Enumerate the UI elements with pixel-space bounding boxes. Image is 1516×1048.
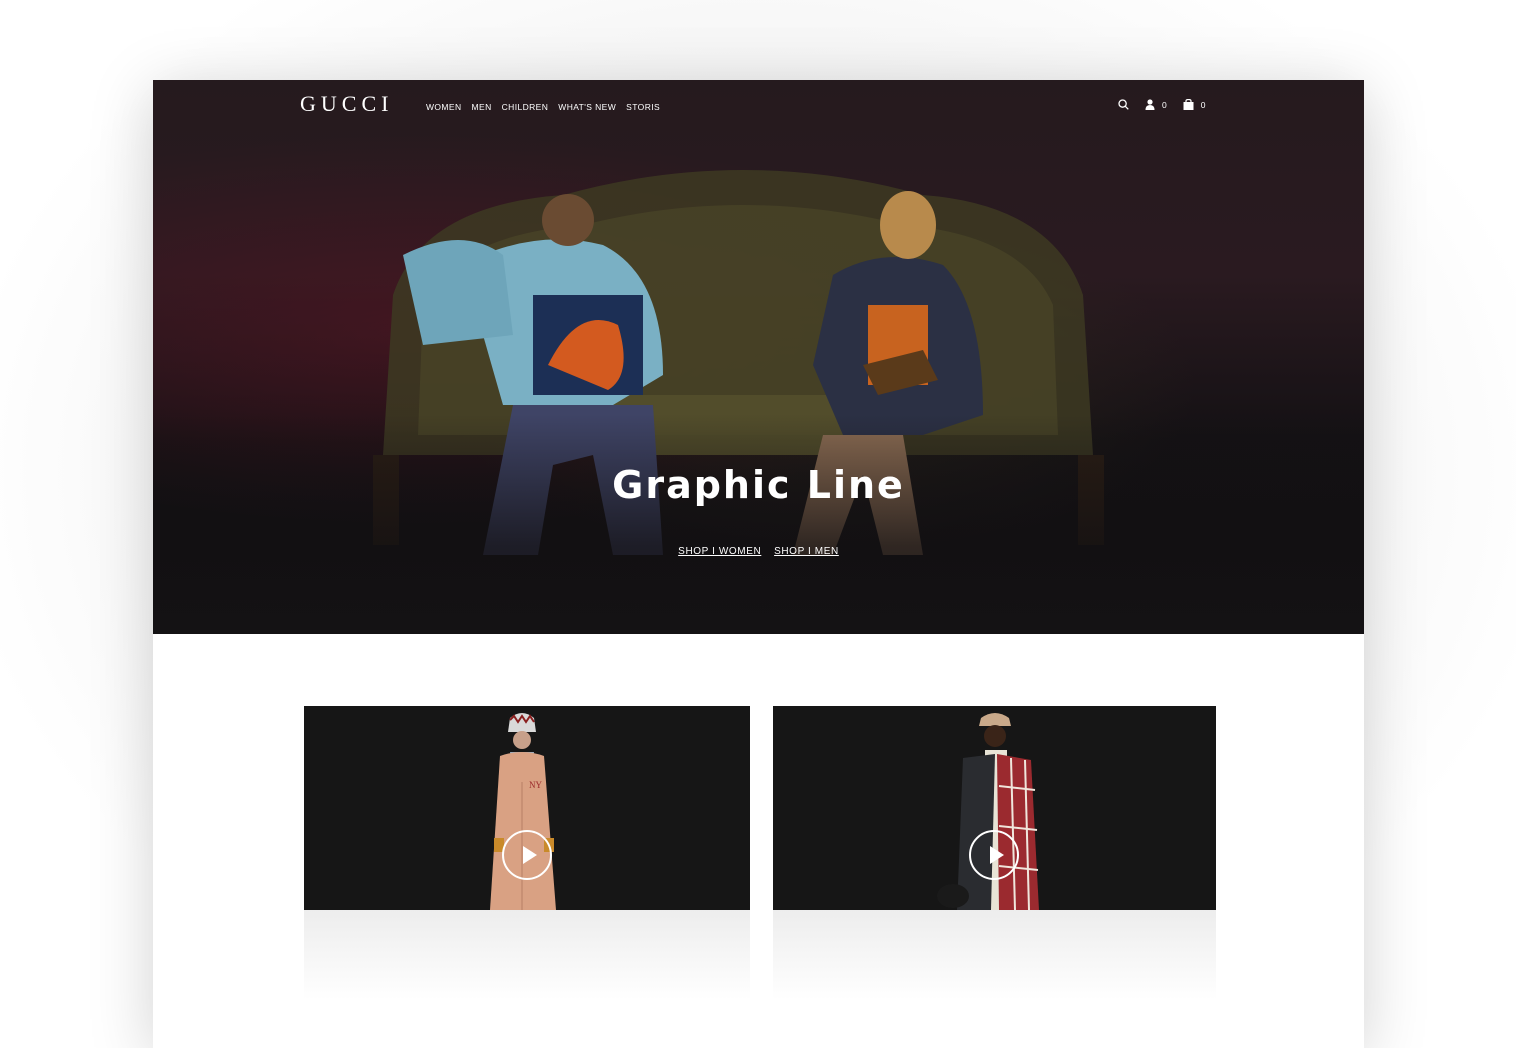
shop-women-link[interactable]: SHOP I WOMEN bbox=[678, 546, 761, 557]
shopping-bag-icon bbox=[1183, 99, 1194, 110]
main-menu: WOMEN MEN CHILDREN WHAT'S NEW STORIS bbox=[426, 102, 670, 112]
play-icon[interactable] bbox=[502, 830, 552, 880]
bag-count: 0 bbox=[1200, 99, 1206, 110]
video-reflection-left bbox=[304, 910, 750, 1000]
bag-button[interactable]: 0 bbox=[1183, 99, 1206, 110]
nav-item-whats-new[interactable]: WHAT'S NEW bbox=[558, 102, 616, 112]
shop-men-link[interactable]: SHOP I MEN bbox=[774, 546, 839, 557]
nav-item-men[interactable]: MEN bbox=[472, 102, 492, 112]
video-reflection-right bbox=[773, 910, 1216, 1000]
hero-cta-row: SHOP I WOMEN SHOP I MEN bbox=[153, 546, 1364, 557]
video-card-women[interactable]: NY bbox=[304, 706, 750, 910]
user-icon bbox=[1145, 99, 1155, 110]
browser-page: GUCCI WOMEN MEN CHILDREN WHAT'S NEW STOR… bbox=[153, 80, 1364, 1048]
nav-item-children[interactable]: CHILDREN bbox=[502, 102, 549, 112]
top-navigation: GUCCI WOMEN MEN CHILDREN WHAT'S NEW STOR… bbox=[153, 80, 1364, 136]
search-icon bbox=[1118, 99, 1129, 110]
video-section: NY bbox=[153, 634, 1364, 1048]
svg-text:NY: NY bbox=[529, 780, 542, 790]
nav-item-storis[interactable]: STORIS bbox=[626, 102, 660, 112]
nav-item-women[interactable]: WOMEN bbox=[426, 102, 462, 112]
play-icon[interactable] bbox=[969, 830, 1019, 880]
account-count: 0 bbox=[1162, 99, 1167, 110]
hero-banner: GUCCI WOMEN MEN CHILDREN WHAT'S NEW STOR… bbox=[153, 80, 1364, 634]
utility-icons: 0 0 bbox=[1118, 99, 1221, 110]
search-button[interactable] bbox=[1118, 99, 1129, 110]
brand-logo[interactable]: GUCCI bbox=[300, 91, 393, 117]
account-button[interactable]: 0 bbox=[1145, 99, 1167, 110]
video-card-men[interactable] bbox=[773, 706, 1216, 910]
hero-gradient bbox=[153, 414, 1364, 634]
hero-title: Graphic Line bbox=[612, 463, 905, 507]
